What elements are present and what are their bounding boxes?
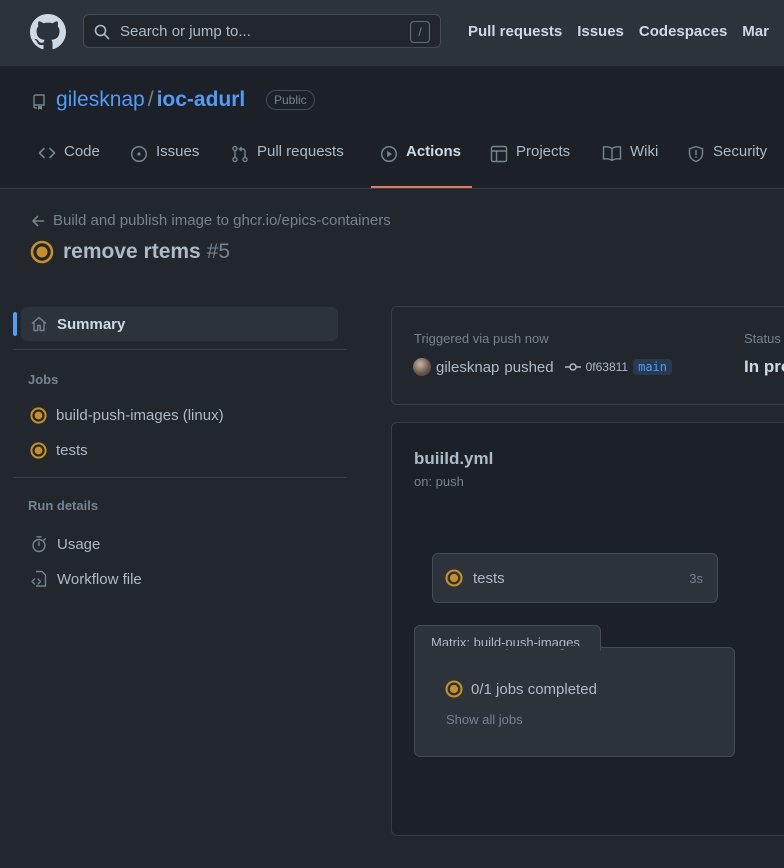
sidebar-run-details-heading: Run details <box>28 498 99 513</box>
active-tab-underline <box>371 186 472 188</box>
in-progress-icon <box>30 442 47 459</box>
sidebar-item-usage[interactable]: Usage <box>30 535 100 553</box>
tab-pull-requests-label: Pull requests <box>257 143 344 160</box>
search-placeholder: Search or jump to... <box>120 23 251 40</box>
code-icon <box>38 145 56 161</box>
sidebar-summary-label: Summary <box>57 315 126 333</box>
tab-issues[interactable]: Issues <box>130 143 199 183</box>
status-label: Status <box>744 331 781 346</box>
branch-label[interactable]: main <box>633 359 673 375</box>
visibility-badge: Public <box>266 90 315 110</box>
usage-label: Usage <box>57 535 101 553</box>
search-icon <box>94 24 110 40</box>
nav-codespaces[interactable]: Codespaces <box>639 23 727 40</box>
sidebar-item-build-push-images[interactable]: build-push-images (linux) <box>30 407 224 424</box>
stopwatch-icon <box>30 535 48 553</box>
book-icon <box>602 145 622 162</box>
shield-icon <box>687 145 705 163</box>
in-progress-icon <box>30 240 54 264</box>
avatar[interactable] <box>413 358 431 376</box>
workflow-trigger: on: push <box>414 474 464 489</box>
tab-projects-label: Projects <box>516 143 571 160</box>
run-title: remove rtems #5 <box>30 240 230 264</box>
repo-path-separator: / <box>147 88 154 111</box>
tab-actions-label: Actions <box>406 143 462 160</box>
run-title-text: remove rtems <box>63 240 201 263</box>
tab-wiki-label: Wiki <box>630 143 659 160</box>
show-all-jobs-link[interactable]: Show all jobs <box>446 712 523 727</box>
pusher-link[interactable]: gilesknap <box>436 359 499 376</box>
sidebar-divider <box>13 477 347 478</box>
job-card-name: tests <box>473 570 505 587</box>
repo-owner-link[interactable]: gilesknap <box>56 88 145 111</box>
sidebar-item-summary[interactable]: Summary <box>30 315 125 333</box>
job-card-tests[interactable]: tests 3s <box>432 553 718 603</box>
tab-code[interactable]: Code <box>38 143 100 183</box>
arrow-left-icon <box>31 214 45 228</box>
tab-actions[interactable]: Actions <box>380 143 461 183</box>
tab-code-label: Code <box>64 143 100 160</box>
workflow-file-label: Workflow file <box>57 570 142 588</box>
github-logo-icon[interactable] <box>30 14 66 50</box>
matrix-card <box>414 647 735 757</box>
push-action: pushed <box>504 358 554 376</box>
matrix-progress: 0/1 jobs completed <box>445 680 597 698</box>
nav-marketplace[interactable]: Mar <box>742 23 769 40</box>
run-number: #5 <box>206 240 231 263</box>
tab-security[interactable]: Security <box>687 143 767 183</box>
nav-issues[interactable]: Issues <box>577 23 624 40</box>
workflow-file-name: buiild.yml <box>414 449 494 468</box>
tab-security-label: Security <box>713 143 768 160</box>
sidebar-jobs-heading: Jobs <box>28 372 59 387</box>
job-label: build-push-images (linux) <box>56 407 224 424</box>
search-input[interactable]: Search or jump to... / <box>83 14 441 48</box>
triggered-label: Triggered via push now <box>414 331 549 346</box>
push-info: gilesknap pushed 0f63811 main <box>413 358 673 376</box>
back-link-label: Build and publish image to ghcr.io/epics… <box>53 212 391 229</box>
job-label: tests <box>56 442 88 459</box>
git-pull-request-icon <box>231 145 249 163</box>
status-value: In pro <box>744 357 784 376</box>
tab-pull-requests[interactable]: Pull requests <box>231 143 344 183</box>
repo-path: gilesknap / ioc-adurl <box>56 88 245 112</box>
tab-projects[interactable]: Projects <box>490 143 570 183</box>
file-code-icon <box>30 570 48 588</box>
git-commit-icon <box>564 362 581 372</box>
sidebar-item-workflow-file[interactable]: Workflow file <box>30 570 142 588</box>
in-progress-icon <box>445 569 463 587</box>
search-shortcut-key: / <box>410 21 430 43</box>
repo-name-link[interactable]: ioc-adurl <box>157 88 246 111</box>
run-status-panel <box>391 306 784 405</box>
home-icon <box>30 315 48 333</box>
sidebar-active-indicator <box>13 312 17 336</box>
sidebar-divider <box>13 349 347 350</box>
global-nav: Pull requests Issues Codespaces Mar <box>468 23 784 40</box>
issue-opened-icon <box>130 145 148 163</box>
tab-wiki[interactable]: Wiki <box>602 143 658 183</box>
in-progress-icon <box>445 680 463 698</box>
matrix-tab-join <box>415 646 600 649</box>
play-icon <box>380 145 398 163</box>
back-to-workflow-link[interactable]: Build and publish image to ghcr.io/epics… <box>31 212 391 229</box>
sidebar-item-tests[interactable]: tests <box>30 442 88 459</box>
matrix-completed-text: 0/1 jobs completed <box>471 680 597 698</box>
table-icon <box>490 145 508 163</box>
in-progress-icon <box>30 407 47 424</box>
nav-pull-requests[interactable]: Pull requests <box>468 23 562 40</box>
job-card-duration: 3s <box>689 571 703 586</box>
tab-issues-label: Issues <box>156 143 200 160</box>
commit-sha-link[interactable]: 0f63811 <box>586 360 629 374</box>
repo-icon <box>31 93 47 111</box>
